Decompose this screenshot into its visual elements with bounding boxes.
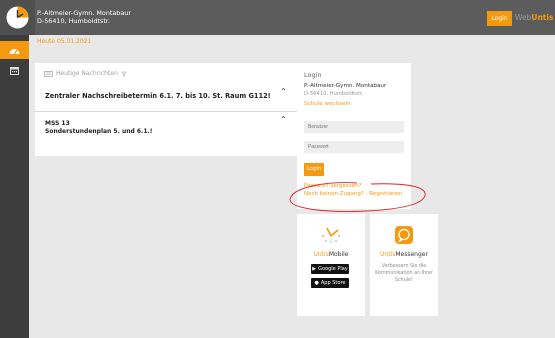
news-panel: Heutige Nachrichten Zentraler Nachschrei… [35, 63, 297, 156]
chevron-up-icon[interactable]: ⌃ [280, 115, 287, 124]
date-bar [29, 35, 555, 51]
messenger-logo-icon [395, 226, 413, 244]
username-field[interactable] [304, 121, 404, 133]
clock-logo[interactable] [0, 0, 35, 35]
brand-prefix: Web [515, 13, 532, 22]
news-item-title[interactable]: Zentraler Nachschreibetermin 6.1. 7. bis… [45, 92, 271, 100]
messenger-description: Verbessern Sie die Kommunikation an Ihre… [375, 264, 433, 283]
untis-mobile-logo-icon [322, 227, 340, 243]
nav-calendar[interactable] [0, 61, 29, 79]
school-name: P.-Altmeier-Gymn. Montabaur [37, 9, 131, 17]
speech-bubble-icon [397, 228, 410, 243]
change-school-link[interactable]: Schule wechseln [304, 101, 351, 107]
calendar-icon [10, 66, 19, 75]
login-school-address: D-56410, Humboldtstr. [304, 91, 364, 97]
google-play-icon: ▶ [312, 266, 317, 272]
header-login-button[interactable]: Login [487, 11, 512, 26]
app-name-prefix: Untis [313, 251, 329, 258]
top-bar: P.-Altmeier-Gymn. Montabaur D-56410, Hum… [0, 0, 555, 35]
untis-mobile-card: UntisMobile ▶ Google Play ● App Store [297, 214, 365, 316]
filter-icon[interactable] [121, 71, 127, 77]
app-name-suffix: Messenger [395, 251, 428, 258]
today-date: Heute 05.01.2021 [37, 38, 92, 45]
untis-messenger-card: UntisMessenger Verbessern Sie die Kommun… [370, 214, 438, 316]
chevron-up-icon[interactable]: ⌃ [280, 87, 287, 96]
dashboard-icon [9, 48, 20, 54]
password-field[interactable] [304, 141, 404, 153]
divider [35, 111, 297, 112]
school-title: P.-Altmeier-Gymn. Montabaur D-56410, Hum… [37, 9, 131, 25]
clock-icon [6, 6, 29, 29]
brand-suffix: Untis [531, 13, 554, 22]
app-store-label: App Store [320, 280, 346, 286]
login-button[interactable]: Login [304, 163, 324, 176]
google-play-label: Google Play [318, 266, 348, 272]
red-annotation-ellipse [289, 182, 426, 212]
left-sidebar [0, 35, 29, 338]
news-item-subtitle[interactable]: Sonderstundenplan 5. und 6.1.! [45, 128, 153, 135]
app-name-suffix: Mobile [328, 251, 349, 258]
untis-messenger-name: UntisMessenger [370, 251, 438, 258]
webuntis-logo: WebUntis [515, 13, 553, 22]
login-school-name: P.-Altmeier-Gymn. Montabaur [304, 83, 387, 89]
login-title: Login [304, 71, 322, 79]
news-header: Heutige Nachrichten [44, 70, 127, 77]
news-item-title[interactable]: MSS 13 [45, 120, 70, 127]
news-header-label: Heutige Nachrichten [56, 70, 118, 77]
untis-mobile-name: UntisMobile [297, 251, 365, 258]
school-address: D-56410, Humboldtstr. [37, 17, 110, 25]
apple-icon: ● [314, 280, 319, 286]
app-store-badge[interactable]: ● App Store [311, 278, 349, 288]
nav-dashboard[interactable] [0, 41, 29, 59]
google-play-badge[interactable]: ▶ Google Play [311, 264, 349, 274]
app-name-prefix: Untis [380, 251, 396, 258]
newspaper-icon [44, 70, 53, 77]
